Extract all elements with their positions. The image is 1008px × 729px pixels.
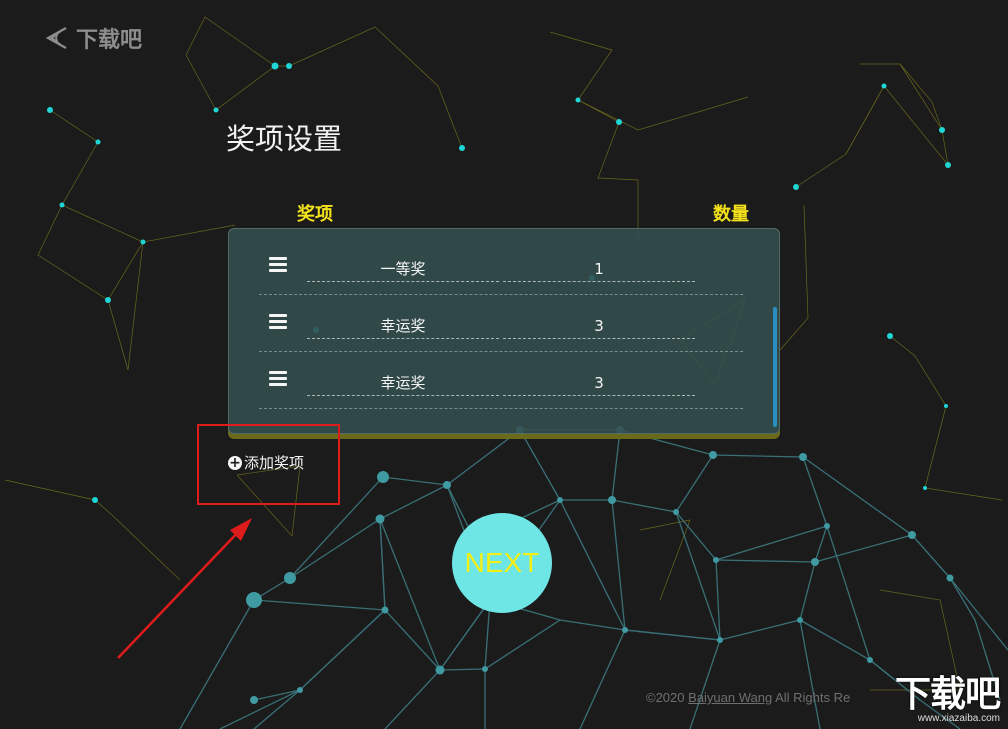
prize-table: 一等奖 1 幸运奖 3 幸运奖 3 (228, 228, 780, 434)
table-row: 幸运奖 3 (259, 351, 743, 409)
page-title: 奖项设置 (226, 122, 343, 156)
annotation-highlight-box (197, 424, 340, 505)
logo-icon (45, 27, 67, 49)
annotation-arrow (117, 518, 252, 659)
scrollbar[interactable] (773, 307, 777, 427)
table-row: 幸运奖 3 (259, 294, 743, 352)
watermark-logo-text: 下载吧 (894, 674, 1001, 715)
column-header-count: 数量 (713, 204, 749, 225)
table-row: 一等奖 1 (259, 237, 743, 295)
prize-count-input[interactable]: 3 (503, 314, 695, 339)
copyright-footer: ©2020 Baiyuan Wang All Rights Re (646, 690, 851, 705)
watermark-url: www.xiazaiba.com (917, 713, 1000, 724)
globe-nodes (246, 426, 954, 704)
drag-handle-icon[interactable] (269, 257, 287, 275)
drag-handle-icon[interactable] (269, 314, 287, 332)
next-button[interactable]: NEXT (452, 513, 552, 613)
site-watermark: 下载吧 www.xiazaiba.com (872, 675, 1004, 725)
prize-count-input[interactable]: 3 (503, 371, 695, 396)
author-link[interactable]: Baiyuan Wang (688, 690, 772, 705)
prize-name-input[interactable]: 幸运奖 (307, 314, 499, 339)
prize-name-input[interactable]: 一等奖 (307, 257, 499, 282)
prize-count-input[interactable]: 1 (503, 257, 695, 282)
prize-name-input[interactable]: 幸运奖 (307, 371, 499, 396)
drag-handle-icon[interactable] (269, 371, 287, 389)
site-logo: 下载吧 (42, 22, 142, 54)
column-header-prize: 奖项 (297, 204, 333, 225)
logo-text: 下载吧 (76, 28, 143, 53)
